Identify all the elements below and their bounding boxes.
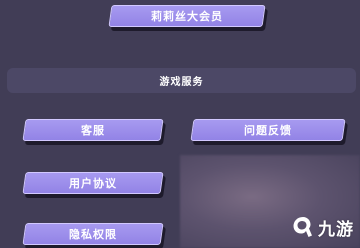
user-agreement-button[interactable]: 用户协议: [22, 172, 164, 194]
game-services-title: 游戏服务: [159, 77, 204, 88]
feedback-label: 问题反馈: [244, 124, 292, 137]
customer-service-label: 客服: [81, 124, 105, 137]
jiuyou-logo-icon: [293, 217, 312, 237]
jiuyou-watermark: 九游: [290, 214, 354, 240]
lilith-membership-button[interactable]: 莉莉丝大会员: [108, 5, 266, 27]
feedback-button[interactable]: 问题反馈: [190, 119, 346, 141]
lilith-membership-label: 莉莉丝大会员: [151, 10, 223, 23]
privacy-label: 隐私权限: [69, 228, 117, 241]
privacy-button[interactable]: 隐私权限: [22, 223, 164, 245]
user-agreement-label: 用户协议: [69, 177, 117, 190]
jiuyou-watermark-text: 九游: [318, 219, 354, 240]
customer-service-button[interactable]: 客服: [22, 119, 164, 141]
game-services-header: 游戏服务: [7, 68, 356, 93]
